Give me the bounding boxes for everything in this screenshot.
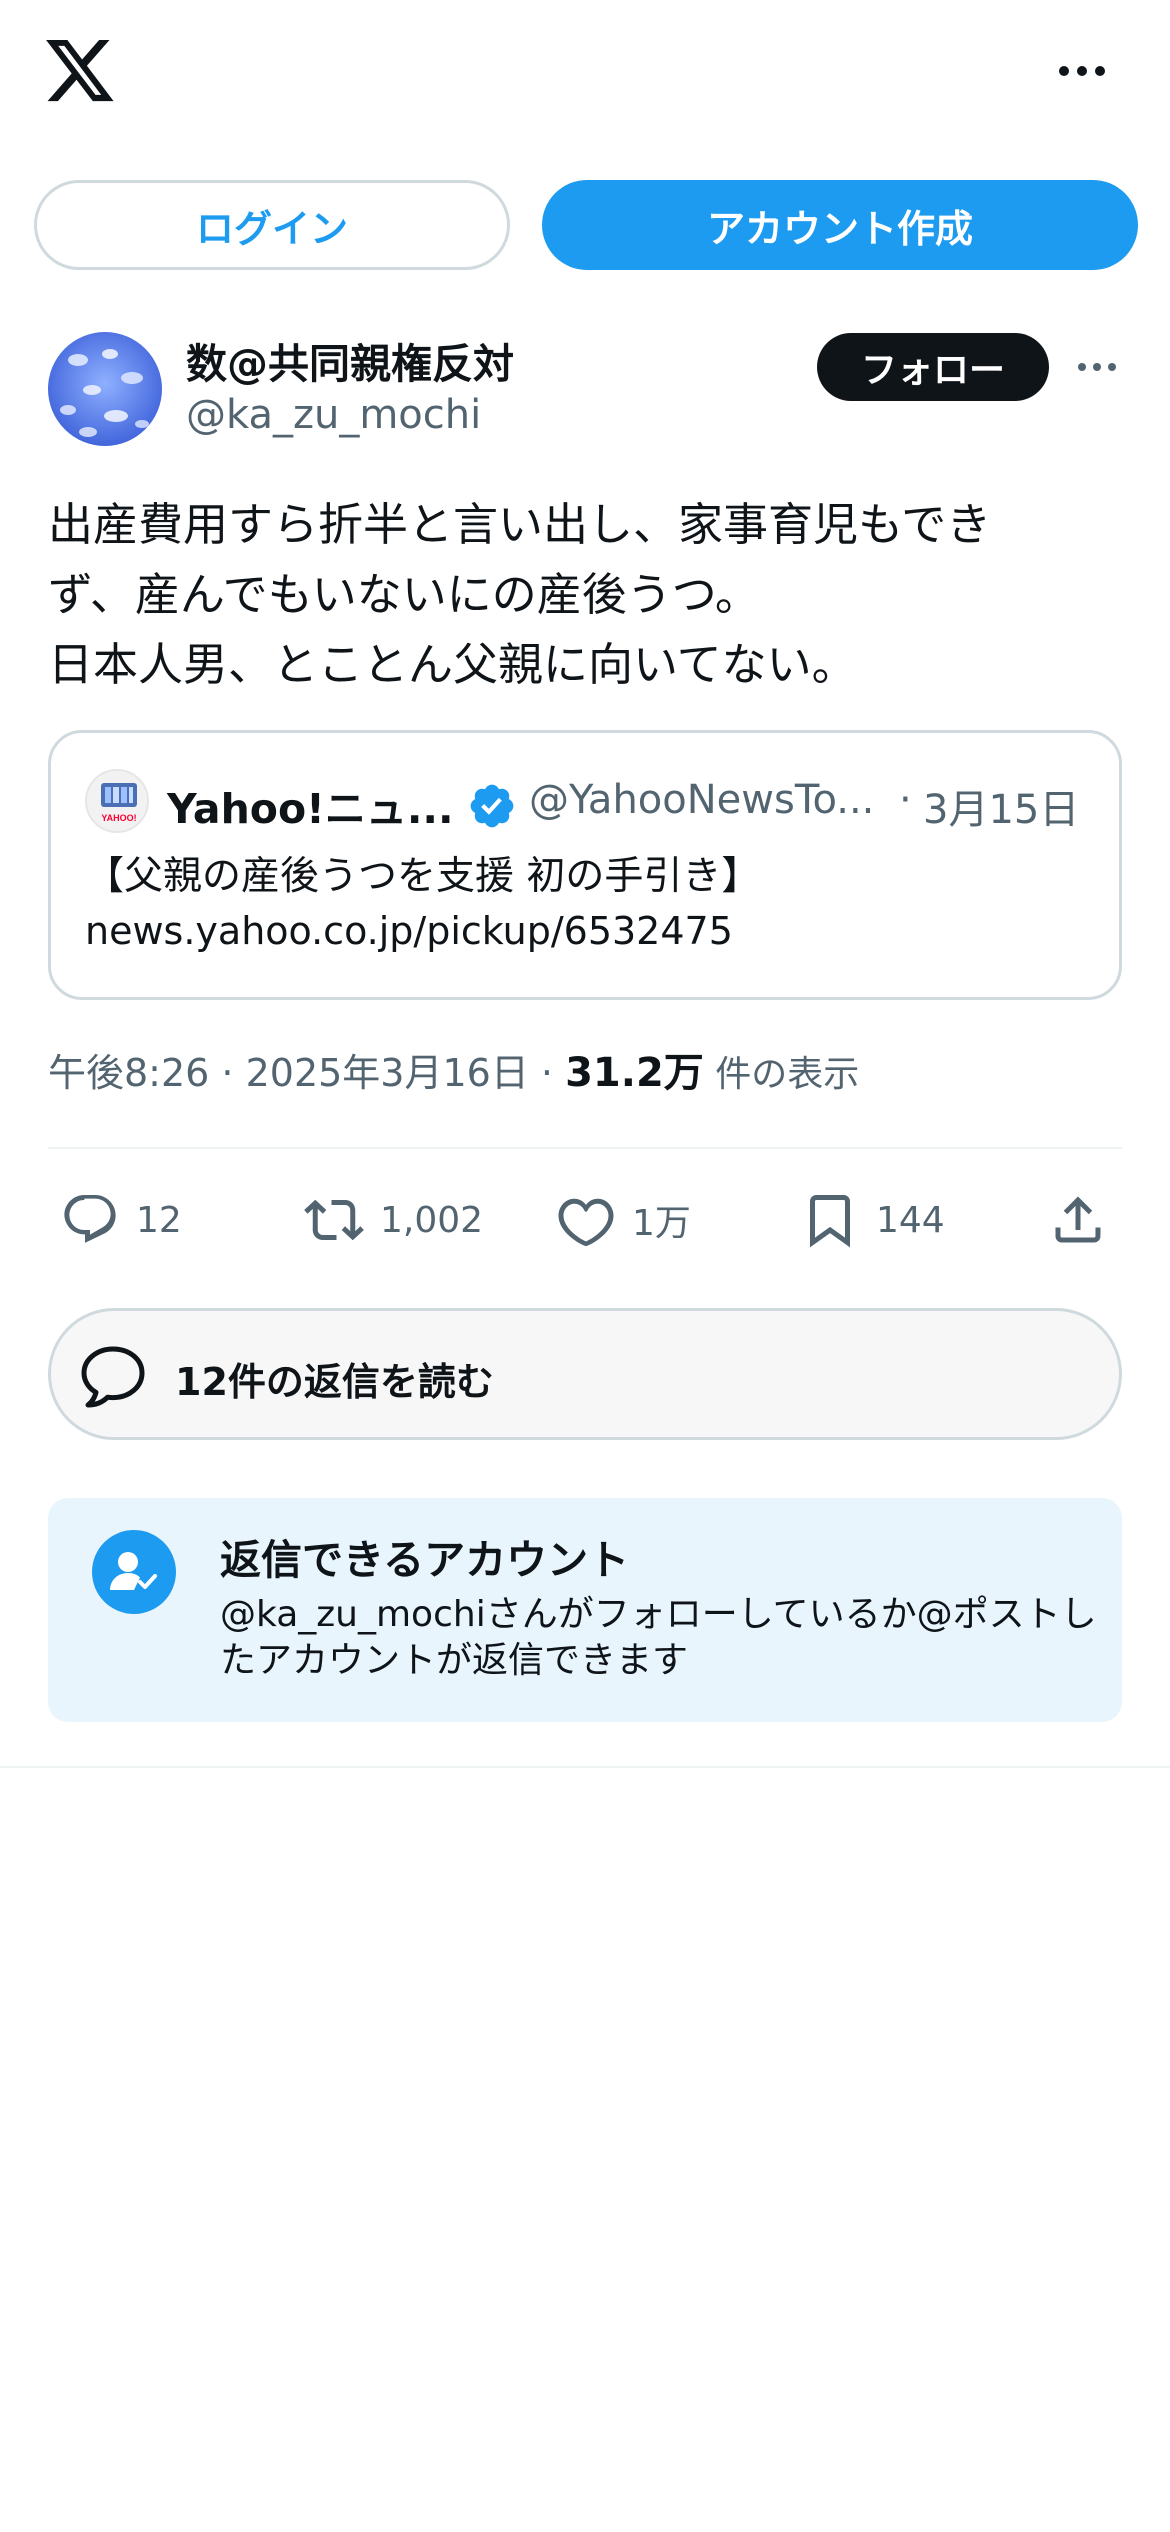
quoted-post-card[interactable]: YAHOO! Yahoo!ニュ... @YahooNewsTo... · 3月1…: [48, 730, 1122, 1000]
author-handle[interactable]: @ka_zu_mochi: [186, 392, 481, 438]
view-count-label: 件の表示: [703, 1054, 860, 1095]
login-button[interactable]: ログイン: [34, 180, 510, 270]
reply-icon: [64, 1195, 116, 1243]
quote-author-handle: @YahooNewsTo...: [529, 777, 875, 823]
follow-button[interactable]: フォロー: [817, 333, 1049, 401]
verified-badge-icon: [470, 784, 514, 828]
tweet-text-line: 日本人男、とことん父親に向いてない。: [48, 638, 857, 691]
user-check-icon: [92, 1530, 176, 1614]
repost-icon: [304, 1199, 364, 1241]
bookmark-icon: [810, 1195, 850, 1248]
more-horizontal-icon[interactable]: [1075, 356, 1119, 378]
top-bar: [0, 0, 1170, 150]
bookmark-button[interactable]: 144: [800, 1185, 945, 1255]
post-date[interactable]: 2025年3月16日: [246, 1051, 529, 1095]
quote-link[interactable]: news.yahoo.co.jp/pickup/6532475: [85, 909, 733, 953]
view-count: 31.2万: [565, 1050, 704, 1096]
x-logo-icon[interactable]: [46, 40, 116, 104]
like-button[interactable]: 1万: [556, 1185, 691, 1255]
reply-restriction-notice: 返信できるアカウント @ka_zu_mochiさんがフォローしているか@ポストし…: [48, 1498, 1122, 1722]
reply-count: 12: [136, 1199, 182, 1241]
share-button[interactable]: [1048, 1185, 1108, 1255]
read-replies-label: 12件の返信を読む: [175, 1360, 494, 1404]
meta-separator: ·: [528, 1051, 566, 1095]
meta-separator: ·: [209, 1051, 246, 1095]
heart-icon: [558, 1198, 614, 1247]
quote-author-name: Yahoo!ニュ...: [167, 785, 454, 833]
author-display-name[interactable]: 数@共同親権反対: [186, 330, 514, 390]
yahoo-logo-text: YAHOO!: [101, 813, 136, 823]
signup-button[interactable]: アカウント作成: [542, 180, 1138, 270]
repost-button[interactable]: 1,002: [304, 1185, 483, 1255]
repost-count: 1,002: [380, 1199, 484, 1241]
divider: [0, 1766, 1170, 1768]
reply-notice-title: 返信できるアカウント: [220, 1536, 630, 1584]
read-replies-button[interactable]: 12件の返信を読む: [48, 1308, 1122, 1440]
reply-notice-body: @ka_zu_mochiさんがフォローしているか@ポストしたアカウントが返信でき…: [220, 1594, 1097, 1681]
like-count: 1万: [632, 1203, 691, 1244]
tweet-text-line: 出産費用すら折半と言い出し、家事育児もでき: [48, 498, 992, 551]
share-icon: [1055, 1196, 1101, 1243]
reply-button[interactable]: 12: [60, 1185, 182, 1255]
auth-buttons: ログイン アカウント作成: [34, 180, 1138, 270]
divider: [48, 1147, 1122, 1149]
more-horizontal-icon[interactable]: [1052, 56, 1112, 86]
post-time[interactable]: 午後8:26: [48, 1051, 209, 1095]
quote-date: 3月15日: [923, 787, 1080, 833]
quote-avatar: YAHOO!: [85, 769, 149, 833]
quote-separator: ·: [899, 777, 912, 823]
bookmark-count: 144: [876, 1199, 945, 1241]
tweet-text: 出産費用すら折半と言い出し、家事育児もでき ず、産んでもいないにの産後うつ。 日…: [48, 490, 1118, 700]
post-meta: 午後8:26 · 2025年3月16日 · 31.2万 件の表示: [48, 1040, 859, 1098]
avatar[interactable]: [48, 332, 162, 446]
speech-bubble-icon: [81, 1346, 145, 1408]
tweet-page: ログイン アカウント作成 数@共同親権反対 @ka_zu_mochi フォロー: [0, 0, 1170, 2532]
tweet-text-line: ず、産んでもいないにの産後うつ。: [48, 568, 760, 621]
quote-text: 【父親の産後うつを支援 初の手引き】: [85, 854, 761, 899]
